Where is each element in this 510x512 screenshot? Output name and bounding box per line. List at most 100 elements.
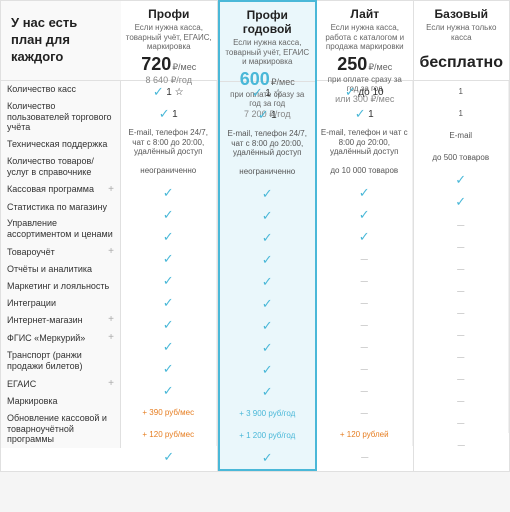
check-icon: ✓ (262, 230, 273, 246)
plan-desc-basic: Если нужна только касса (418, 23, 506, 42)
row-label-12: ФГИС «Меркурий»+ (1, 329, 121, 347)
row-label-text-3: Количество товаров/ услуг в справочнике (7, 156, 114, 178)
check-icon: ✓ (262, 296, 273, 312)
dash-icon: – (457, 261, 464, 276)
cell-profi-row4: ✓ (121, 182, 217, 204)
cell-text: неограниченно (239, 167, 295, 177)
check-icon: ✓ (159, 106, 170, 122)
cell-profi-row7: ✓ (121, 248, 217, 270)
cell-basic-row5: ✓ (414, 191, 510, 213)
check-icon: ✓ (262, 384, 273, 400)
row-label-3: Количество товаров/ услуг в справочнике (1, 153, 121, 181)
check-icon: ✓ (359, 185, 370, 201)
cell-lite-row8: – (317, 270, 413, 292)
dash-icon: – (361, 295, 368, 310)
cell-basic-row0: 1 (414, 81, 510, 103)
addon-value: + 120 рублей (340, 430, 389, 440)
check-icon: ✓ (163, 339, 174, 355)
cell-profi-annual-row3: неограниченно (220, 161, 316, 183)
check-icon: ✓ (163, 185, 174, 201)
check-icon: ✓ (455, 194, 466, 210)
cell-value: до 10 (358, 87, 383, 98)
expand-icon-14[interactable]: + (108, 378, 114, 390)
cell-text: E-mail, телефон 24/7, чат с 8:00 до 20:0… (123, 128, 214, 157)
check-icon: ✓ (163, 361, 174, 377)
check-icon: ✓ (359, 229, 370, 245)
row-label-14: ЕГАИС+ (1, 375, 121, 393)
dash-icon: – (457, 349, 464, 364)
row-label-text-6: Управление ассортиментом и ценами (7, 218, 114, 240)
cell-basic-row8: – (414, 257, 510, 279)
cell-lite-row10: – (317, 314, 413, 336)
check-icon: ✓ (262, 274, 273, 290)
cell-lite-row9: – (317, 292, 413, 314)
cell-text: E-mail, телефон и чат с 8:00 до 20:00, у… (319, 128, 410, 157)
cell-basic-row14: – (414, 389, 510, 411)
expand-icon-12[interactable]: + (108, 332, 114, 344)
check-icon: ✓ (359, 207, 370, 223)
check-icon: ✓ (262, 186, 273, 202)
check-icon: ✓ (163, 295, 174, 311)
dash-icon: – (457, 305, 464, 320)
row-label-text-4: Кассовая программа (7, 184, 94, 195)
cell-text: E-mail (449, 131, 472, 141)
row-label-text-15: Маркировка (7, 396, 58, 407)
check-icon: ✓ (455, 172, 466, 188)
check-icon: ✓ (262, 340, 273, 356)
check-icon: ✓ (163, 229, 174, 245)
cell-profi-row16: ✓ (121, 446, 217, 468)
cell-profi-annual-row11: ✓ (220, 337, 316, 359)
cell-profi-row12: ✓ (121, 358, 217, 380)
plan-col-basic: БазовыйЕсли нужна только кассабесплатно1… (414, 1, 510, 471)
expand-icon-7[interactable]: + (108, 246, 114, 258)
cell-profi-annual-row10: ✓ (220, 315, 316, 337)
cell-lite-row4: ✓ (317, 182, 413, 204)
row-label-text-16: Обновление кассовой и товарноучётной про… (7, 413, 114, 445)
row-label-text-7: Товароучёт (7, 247, 55, 258)
check-icon: ✓ (345, 84, 356, 100)
cell-profi-annual-row8: ✓ (220, 271, 316, 293)
cell-lite-row14: – (317, 402, 413, 424)
cell-basic-row11: – (414, 323, 510, 345)
plan-desc-lite: Если нужна касса, работа с каталогом и п… (321, 23, 409, 52)
cell-profi-annual-row13: ✓ (220, 381, 316, 403)
dash-icon: – (361, 251, 368, 266)
plan-unit-lite: ₽/мес (368, 62, 392, 73)
expand-icon-4[interactable]: + (108, 184, 114, 196)
check-icon: ✓ (163, 449, 174, 465)
row-label-16: Обновление кассовой и товарноучётной про… (1, 410, 121, 448)
cell-basic-row2: E-mail (414, 125, 510, 147)
plan-name-profi: Профи (148, 7, 189, 21)
left-header: У нас есть план для каждого (1, 1, 121, 81)
plan-col-lite: ЛайтЕсли нужна касса, работа с каталогом… (317, 1, 414, 471)
row-label-2: Техническая поддержка (1, 136, 121, 153)
dash-icon: – (361, 449, 368, 464)
check-icon: ✓ (262, 208, 273, 224)
row-label-15: Маркировка (1, 393, 121, 410)
row-label-text-11: Интернет-магазин (7, 315, 83, 326)
plan-unit-profi: ₽/мес (172, 62, 196, 73)
row-label-10: Интеграции (1, 295, 121, 312)
dash-icon: – (361, 405, 368, 420)
cell-lite-row16: – (317, 446, 413, 468)
dash-icon: – (457, 415, 464, 430)
cell-text: 1 (459, 87, 463, 97)
cell-text: 1 (459, 109, 463, 119)
check-icon: ✓ (262, 450, 273, 466)
plan-header-lite: ЛайтЕсли нужна касса, работа с каталогом… (317, 1, 413, 81)
cell-basic-row12: – (414, 345, 510, 367)
dash-icon: – (361, 317, 368, 332)
row-label-1: Количество пользователей торгового учёта (1, 98, 121, 136)
dash-icon: – (361, 339, 368, 354)
cell-profi-annual-row2: E-mail, телефон 24/7, чат с 8:00 до 20:0… (220, 126, 316, 161)
check-icon: ✓ (163, 317, 174, 333)
row-label-5: Статистика по магазину (1, 199, 121, 216)
cell-text: до 500 товаров (432, 153, 489, 163)
cell-lite-row11: – (317, 336, 413, 358)
addon-value: + 390 руб/мес (142, 408, 194, 418)
cell-lite-row1: ✓ 1 (317, 103, 413, 125)
check-icon: ✓ (262, 252, 273, 268)
check-icon: ✓ (258, 107, 269, 123)
expand-icon-11[interactable]: + (108, 314, 114, 326)
dash-icon: – (361, 273, 368, 288)
